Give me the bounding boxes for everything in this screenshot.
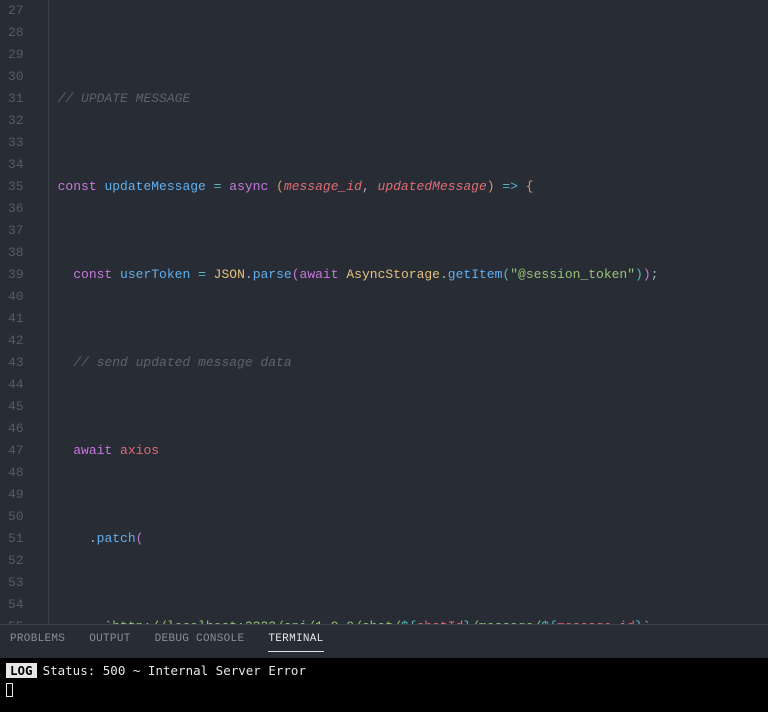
line-number: 49 — [8, 484, 24, 506]
line-number: 42 — [8, 330, 24, 352]
code-line: const userToken = JSON.parse(await Async… — [40, 264, 768, 286]
line-number: 43 — [8, 352, 24, 374]
line-number-gutter: 2728293031323334353637383940414243444546… — [0, 0, 40, 624]
line-number: 40 — [8, 286, 24, 308]
line-number: 29 — [8, 44, 24, 66]
tab-problems[interactable]: PROBLEMS — [10, 633, 65, 652]
line-number: 47 — [8, 440, 24, 462]
tab-debug-console[interactable]: DEBUG CONSOLE — [155, 633, 245, 652]
line-number: 51 — [8, 528, 24, 550]
log-badge: LOG — [6, 663, 37, 678]
line-number: 28 — [8, 22, 24, 44]
line-number: 38 — [8, 242, 24, 264]
indent-guide — [48, 0, 49, 624]
code-area[interactable]: // UPDATE MESSAGE const updateMessage = … — [40, 0, 768, 624]
code-line: .patch( — [40, 528, 768, 550]
bottom-panel: PROBLEMS OUTPUT DEBUG CONSOLE TERMINAL L… — [0, 624, 768, 712]
line-number: 37 — [8, 220, 24, 242]
line-number: 48 — [8, 462, 24, 484]
line-number: 41 — [8, 308, 24, 330]
terminal-output[interactable]: LOG Status: 500 ~ Internal Server Error — [0, 658, 768, 712]
line-number: 32 — [8, 110, 24, 132]
line-number: 35 — [8, 176, 24, 198]
code-line: await axios — [40, 440, 768, 462]
line-number: 46 — [8, 418, 24, 440]
line-number: 36 — [8, 198, 24, 220]
line-number: 52 — [8, 550, 24, 572]
code-line: // send updated message data — [40, 352, 768, 374]
code-line: `http://localhost:3333/api/1.0.0/chat/${… — [40, 616, 768, 624]
line-number: 44 — [8, 374, 24, 396]
code-editor[interactable]: 2728293031323334353637383940414243444546… — [0, 0, 768, 624]
tab-terminal[interactable]: TERMINAL — [268, 633, 323, 652]
line-number: 30 — [8, 66, 24, 88]
line-number: 27 — [8, 0, 24, 22]
terminal-cursor — [6, 683, 13, 697]
line-number: 39 — [8, 264, 24, 286]
line-number: 53 — [8, 572, 24, 594]
line-number: 31 — [8, 88, 24, 110]
terminal-line: LOG Status: 500 ~ Internal Server Error — [6, 662, 762, 680]
line-number: 33 — [8, 132, 24, 154]
line-number: 54 — [8, 594, 24, 616]
line-number: 34 — [8, 154, 24, 176]
line-number: 45 — [8, 396, 24, 418]
log-message: Status: 500 ~ Internal Server Error — [43, 663, 306, 678]
tab-output[interactable]: OUTPUT — [89, 633, 130, 652]
line-number: 50 — [8, 506, 24, 528]
terminal-cursor-line — [6, 680, 762, 698]
code-line: const updateMessage = async (message_id,… — [40, 176, 768, 198]
panel-tab-bar: PROBLEMS OUTPUT DEBUG CONSOLE TERMINAL — [0, 625, 768, 658]
code-line: // UPDATE MESSAGE — [40, 88, 768, 110]
line-number: 55 — [8, 616, 24, 624]
